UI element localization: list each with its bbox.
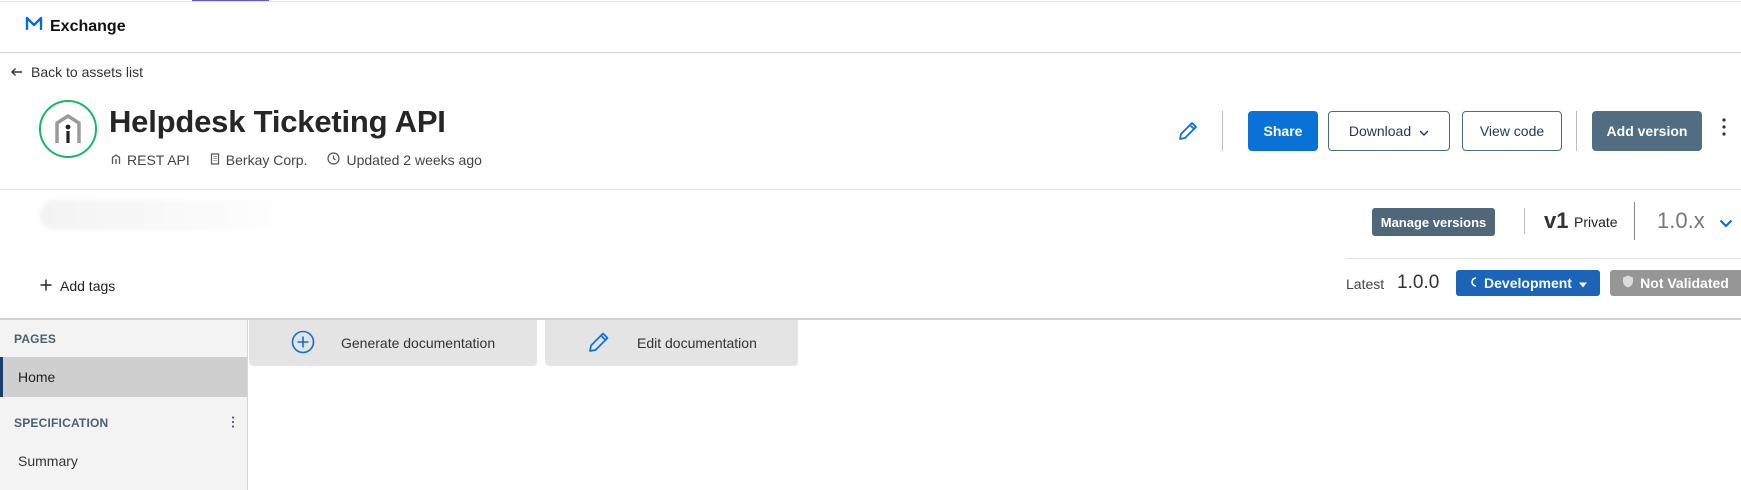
asset-org: Berkay Corp. xyxy=(210,152,308,168)
chevron-down-icon xyxy=(1719,208,1733,234)
lifecycle-icon xyxy=(1468,275,1478,291)
latest-version: 1.0.0 xyxy=(1397,272,1440,293)
plus-icon xyxy=(40,278,52,294)
top-bar: Exchange xyxy=(0,2,1741,53)
asset-type-label: REST API xyxy=(127,152,190,168)
edit-documentation-label: Edit documentation xyxy=(637,335,757,351)
api-building-icon xyxy=(55,114,81,143)
latest-label: Latest xyxy=(1346,276,1385,292)
lifecycle-dropdown[interactable]: Development xyxy=(1456,270,1600,296)
version-divider xyxy=(1524,208,1525,234)
asset-updated: Updated 2 weeks ago xyxy=(327,152,482,168)
brand[interactable]: Exchange xyxy=(24,16,126,37)
sidebar-item-summary[interactable]: Summary xyxy=(18,453,78,469)
add-version-button[interactable]: Add version xyxy=(1592,111,1702,151)
sidebar-section-specification: SPECIFICATION xyxy=(14,416,109,430)
view-code-button[interactable]: View code xyxy=(1462,111,1562,151)
more-options-icon[interactable] xyxy=(1722,118,1726,141)
sidebar-item-label: Home xyxy=(18,369,56,385)
validation-label: Not Validated xyxy=(1640,275,1729,291)
version-major: v1 xyxy=(1544,208,1569,233)
sidebar-item-home[interactable]: Home xyxy=(0,357,247,397)
arrow-left-icon xyxy=(10,64,23,80)
download-button-label: Download xyxy=(1348,123,1412,139)
version-visibility: Private xyxy=(1574,214,1618,230)
version-selector-value: 1.0.x xyxy=(1657,208,1705,233)
caret-down-icon xyxy=(1578,275,1588,291)
asset-title: Helpdesk Ticketing API xyxy=(109,104,446,139)
building-icon xyxy=(210,152,220,168)
edit-asset-pencil-icon[interactable] xyxy=(1177,120,1199,147)
exchange-logo-icon xyxy=(24,16,44,37)
back-to-assets-link[interactable]: Back to assets list xyxy=(10,64,143,80)
version-divider xyxy=(1634,202,1635,240)
sidebar-section-pages: PAGES xyxy=(14,332,57,346)
share-button[interactable]: Share xyxy=(1248,111,1318,151)
shield-icon xyxy=(1622,275,1634,291)
back-link-label: Back to assets list xyxy=(31,64,144,80)
blurred-description xyxy=(40,200,300,230)
exchange-asset-page: Exchange Back to assets list Helpdesk Ti… xyxy=(0,0,1741,490)
api-type-icon xyxy=(111,152,121,168)
clock-icon xyxy=(327,152,341,168)
plus-circle-icon xyxy=(291,330,315,357)
specification-options-icon[interactable] xyxy=(231,415,235,433)
version-selector[interactable]: 1.0.x xyxy=(1657,208,1733,234)
asset-meta: REST API Berkay Corp. Updated 2 weeks ag… xyxy=(111,152,482,168)
add-tags-label: Add tags xyxy=(60,278,116,294)
asset-org-label: Berkay Corp. xyxy=(225,152,308,168)
asset-icon xyxy=(39,100,97,158)
version-separator xyxy=(1346,258,1741,259)
brand-name: Exchange xyxy=(50,17,126,35)
add-tags-button[interactable]: Add tags xyxy=(40,278,115,294)
chevron-down-icon xyxy=(1419,123,1429,139)
manage-versions-button[interactable]: Manage versions xyxy=(1372,208,1495,236)
asset-updated-label: Updated 2 weeks ago xyxy=(346,152,482,168)
asset-type: REST API xyxy=(111,152,190,168)
header-separator xyxy=(0,189,1741,190)
lifecycle-label: Development xyxy=(1484,275,1572,291)
edit-documentation-button[interactable]: Edit documentation xyxy=(545,320,798,366)
toolbar-divider xyxy=(1222,111,1223,151)
generate-documentation-button[interactable]: Generate documentation xyxy=(249,320,537,366)
sidebar: PAGES Home SPECIFICATION Summary xyxy=(0,320,248,490)
generate-documentation-label: Generate documentation xyxy=(341,335,496,351)
toolbar-divider xyxy=(1576,111,1577,151)
pencil-icon xyxy=(587,330,611,357)
download-button[interactable]: Download xyxy=(1328,111,1450,151)
validation-badge: Not Validated xyxy=(1610,270,1741,296)
